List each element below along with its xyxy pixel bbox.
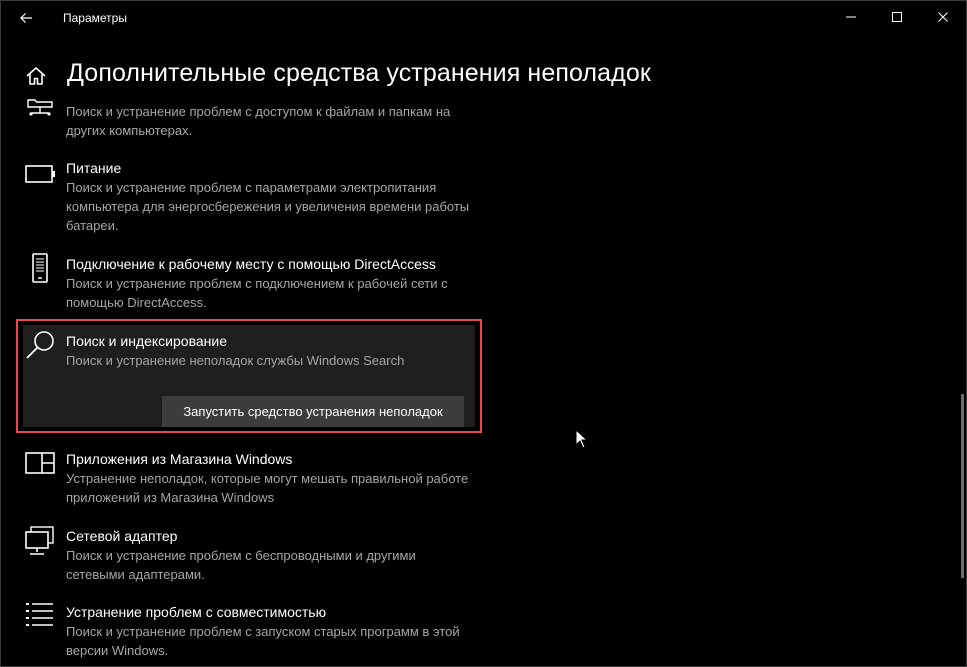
troubleshooter-search-indexing[interactable]: Поиск и индексирование Поиск и устранени…	[1, 328, 521, 378]
title-bar: Параметры	[1, 1, 966, 35]
close-icon	[938, 12, 948, 22]
item-description: Поиск и устранение проблем с запуском ст…	[66, 624, 460, 658]
item-description: Поиск и устранение неполадок службы Wind…	[66, 353, 405, 368]
store-apps-icon	[25, 452, 55, 474]
troubleshooter-directaccess[interactable]: Подключение к рабочему месту с помощью D…	[1, 251, 521, 311]
maximize-button[interactable]	[874, 1, 920, 33]
minimize-icon	[846, 16, 856, 18]
scrollbar-thumb[interactable]	[961, 394, 964, 578]
settings-window: Параметры Дополнительные средства устран…	[0, 0, 967, 667]
maximize-icon	[892, 12, 902, 22]
troubleshooter-store-apps[interactable]: Приложения из Магазина Windows Устранени…	[1, 447, 521, 507]
item-title: Поиск и индексирование	[66, 333, 227, 349]
troubleshooter-power[interactable]: Питание Поиск и устранение проблем с пар…	[1, 158, 521, 236]
phone-icon	[32, 253, 48, 283]
close-button[interactable]	[920, 1, 966, 33]
page-title: Дополнительные средства устранения непол…	[67, 59, 651, 87]
item-title: Сетевой адаптер	[66, 528, 178, 544]
back-arrow-icon	[20, 13, 32, 23]
run-troubleshooter-button[interactable]: Запустить средство устранения неполадок	[162, 396, 464, 427]
item-description: Поиск и устранение проблем с параметрами…	[66, 180, 470, 233]
troubleshooter-shared-folders[interactable]: Поиск и устранение проблем с доступом к …	[1, 95, 521, 143]
search-icon	[26, 331, 54, 359]
item-title: Устранение проблем с совместимостью	[66, 604, 327, 620]
item-title: Подключение к рабочему месту с помощью D…	[66, 256, 436, 272]
item-title: Питание	[66, 160, 122, 176]
battery-icon	[25, 165, 55, 183]
network-adapter-icon	[25, 526, 54, 555]
troubleshooter-compatibility[interactable]: Устранение проблем с совместимостью Поис…	[1, 600, 521, 660]
shared-folders-icon	[27, 99, 53, 116]
item-description: Поиск и устранение проблем с беспроводны…	[66, 548, 416, 582]
back-button[interactable]	[9, 5, 43, 31]
home-button[interactable]	[23, 63, 49, 89]
compatibility-list-icon	[26, 603, 53, 626]
item-description: Устранение неполадок, которые могут меша…	[66, 471, 469, 505]
window-title: Параметры	[63, 11, 127, 25]
item-description: Поиск и устранение проблем с подключение…	[66, 276, 448, 310]
item-description: Поиск и устранение проблем с доступом к …	[66, 104, 451, 138]
troubleshooter-network-adapter[interactable]: Сетевой адаптер Поиск и устранение пробл…	[1, 524, 521, 584]
minimize-button[interactable]	[828, 1, 874, 33]
home-icon	[26, 67, 46, 85]
item-title: Приложения из Магазина Windows	[66, 451, 293, 467]
mouse-cursor-icon	[575, 429, 589, 449]
